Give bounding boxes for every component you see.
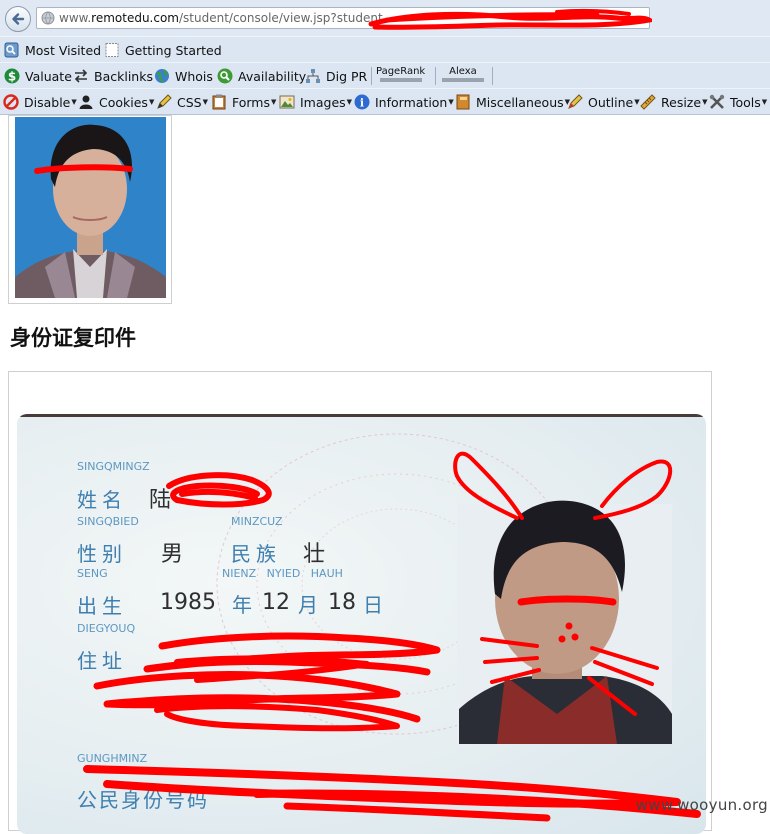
image-icon	[279, 94, 295, 110]
back-button[interactable]	[5, 6, 31, 32]
network-icon	[305, 68, 321, 84]
bookmark-label: Getting Started	[125, 42, 222, 58]
ethnic-pinyin: MINZCUZ	[231, 515, 283, 528]
bookmarks-icon	[4, 42, 20, 58]
idnum-pinyin: GUNGHMINZ	[77, 752, 148, 765]
web-developer-toolbar: Disable ▼ Cookies ▼ CSS ▼ Forms ▼ Images ▼ i …	[0, 88, 770, 115]
search-icon	[217, 68, 233, 84]
page-heading: 身份证复印件	[10, 326, 136, 350]
ethnic-label: 民族	[231, 542, 281, 566]
webdev-information-menu[interactable]: i Information ▼	[354, 93, 454, 111]
svg-text:$: $	[8, 70, 16, 84]
webdev-forms-menu[interactable]: Forms ▼	[211, 93, 276, 111]
url-prefix: www.	[59, 11, 92, 25]
sex-label: 性别	[77, 542, 127, 566]
page-icon	[104, 42, 120, 58]
url-path: /student/console/view.jsp?student	[179, 11, 383, 25]
birth-day: 18	[328, 590, 356, 615]
chevron-down-icon: ▼	[271, 98, 277, 106]
clipboard-icon	[211, 94, 227, 110]
chevron-down-icon: ▼	[202, 98, 208, 106]
pagerank-bar	[379, 78, 422, 82]
toolbar-separator	[435, 67, 436, 85]
svg-text:i: i	[360, 97, 364, 110]
sex-value: 男	[161, 542, 184, 567]
idnum-label: 公民身份号码	[77, 788, 209, 812]
pencil-icon	[567, 94, 583, 110]
chevron-down-icon: ▼	[761, 98, 768, 106]
month-char: 月	[298, 593, 323, 617]
seo-valuate-button[interactable]: $ Valuate	[4, 67, 72, 85]
birth-month: 12	[262, 590, 290, 615]
alexa-meter[interactable]: Alexa	[442, 66, 484, 84]
student-photo-frame	[8, 115, 172, 304]
url-redaction-scribble	[368, 8, 652, 30]
ethnic-value: 壮	[303, 542, 326, 567]
bookmark-getting-started[interactable]: Getting Started	[104, 41, 222, 59]
name-pinyin: SINGQMINGZ	[77, 460, 150, 473]
bookmark-label: Most Visited	[25, 42, 102, 58]
chevron-down-icon: ▼	[71, 98, 77, 106]
ruler-icon	[640, 94, 656, 110]
toolbar-separator	[492, 67, 493, 85]
webdev-outline-menu[interactable]: Outline ▼	[567, 93, 640, 111]
name-label: 姓名	[77, 488, 127, 512]
pagerank-meter[interactable]: PageRank	[376, 66, 425, 84]
disable-icon	[3, 94, 19, 110]
idcard-image-frame: SINGQMINGZ 姓名 陆 SINGQBIED 性别 男 MINZCUZ 民…	[8, 371, 712, 834]
globe-icon	[154, 68, 170, 84]
alexa-bar	[442, 78, 484, 82]
arrows-icon	[73, 68, 89, 84]
bookmark-most-visited[interactable]: Most Visited	[4, 41, 101, 59]
seo-digpr-button[interactable]: Dig PR	[305, 67, 367, 85]
chevron-down-icon: ▼	[702, 98, 708, 106]
chevron-down-icon: ▼	[448, 98, 454, 106]
name-value: 陆	[149, 488, 172, 513]
webdev-cookies-menu[interactable]: Cookies ▼	[78, 93, 154, 111]
seo-availability-button[interactable]: Availability	[217, 67, 306, 85]
year-char: 年	[232, 593, 257, 617]
seo-whois-button[interactable]: Whois	[154, 67, 213, 85]
student-photo	[15, 117, 166, 298]
birth-pinyin-2: NIENZ NYIED HAUH	[222, 567, 343, 580]
sex-pinyin: SINGQBIED	[77, 515, 139, 528]
chevron-down-icon: ▼	[634, 98, 640, 106]
toolbar-separator	[371, 67, 372, 85]
url-domain: remotedu.com	[91, 11, 179, 25]
watermark-text: www.wooyun.org	[635, 796, 768, 814]
bookmarks-toolbar: Most Visited Getting Started	[0, 36, 770, 62]
user-icon	[78, 94, 94, 110]
idcard-image: SINGQMINGZ 姓名 陆 SINGQBIED 性别 男 MINZCUZ 民…	[17, 414, 706, 834]
globe-icon	[41, 11, 55, 25]
webdev-disable-menu[interactable]: Disable ▼	[3, 93, 77, 111]
birth-year: 1985	[160, 590, 216, 615]
dollar-icon: $	[4, 68, 20, 84]
address-pinyin: DIEGYOUQ	[77, 622, 136, 635]
chevron-down-icon: ▼	[346, 98, 353, 106]
webdev-resize-menu[interactable]: Resize ▼	[640, 93, 707, 111]
tools-icon	[709, 94, 725, 110]
chevron-down-icon: ▼	[148, 98, 155, 106]
url-input[interactable]: www.remotedu.com/student/console/view.js…	[36, 7, 652, 30]
webdev-images-menu[interactable]: Images ▼	[279, 93, 352, 111]
book-icon	[455, 94, 471, 110]
seo-toolbar: $ Valuate Backlinks Whois Availability D…	[0, 62, 770, 88]
back-arrow-icon	[12, 13, 25, 25]
info-icon: i	[354, 94, 370, 110]
pencil-icon	[156, 94, 172, 110]
birth-label: 出生	[77, 594, 127, 618]
webdev-css-menu[interactable]: CSS ▼	[156, 93, 208, 111]
webdev-miscellaneous-menu[interactable]: Miscellaneous ▼	[455, 93, 570, 111]
birth-pinyin: SENG	[77, 567, 108, 580]
seo-backlinks-button[interactable]: Backlinks	[73, 67, 153, 85]
webdev-tools-menu[interactable]: Tools ▼	[709, 93, 767, 111]
address-label: 住址	[77, 649, 127, 673]
day-char: 日	[363, 593, 388, 617]
navigation-bar: www.remotedu.com/student/console/view.js…	[0, 0, 770, 36]
